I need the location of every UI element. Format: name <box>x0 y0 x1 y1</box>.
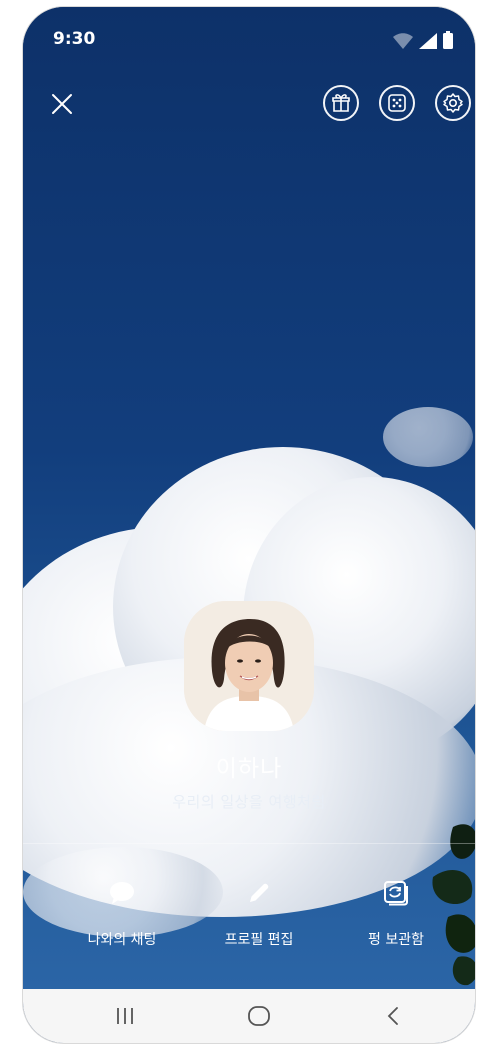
profile-section: 이하나 우리의 일상을 여행처럼 <box>23 601 475 812</box>
divider <box>23 843 475 844</box>
phone-screen: 9:30 이하나 우리의 일상을 여행처럼 나와의 채팅 프로필 편집 펑 보관… <box>22 6 476 1044</box>
back-icon <box>387 1007 398 1025</box>
dice-button[interactable] <box>379 85 415 121</box>
close-button[interactable] <box>47 89 77 119</box>
wifi-icon <box>393 33 413 49</box>
settings-button[interactable] <box>435 85 471 121</box>
profile-status-message: 우리의 일상을 여행처럼 <box>172 793 326 811</box>
battery-icon <box>443 31 453 49</box>
archive-icon <box>384 881 408 906</box>
recent-apps-button[interactable] <box>95 1001 155 1031</box>
archive-button[interactable]: 펑 보관함 <box>341 877 451 949</box>
status-bar: 9:30 <box>23 27 475 51</box>
system-navigation-bar <box>23 989 475 1043</box>
edit-profile-label: 프로필 편집 <box>224 932 294 948</box>
gear-icon <box>443 93 463 113</box>
profile-background-image <box>23 7 475 989</box>
chat-bubble-icon <box>110 882 134 904</box>
profile-avatar[interactable] <box>184 601 314 731</box>
status-time: 9:30 <box>53 29 96 49</box>
archive-label: 펑 보관함 <box>368 932 424 948</box>
my-chat-button[interactable]: 나와의 채팅 <box>67 877 177 949</box>
back-button[interactable] <box>363 1001 423 1031</box>
gift-icon <box>332 94 350 112</box>
profile-photo <box>184 601 314 731</box>
profile-actions: 나와의 채팅 프로필 편집 펑 보관함 <box>23 877 475 957</box>
gift-button[interactable] <box>323 85 359 121</box>
my-chat-label: 나와의 채팅 <box>87 932 157 948</box>
top-action-bar <box>23 85 475 125</box>
pencil-icon <box>250 883 269 902</box>
recent-apps-icon <box>117 1008 133 1024</box>
home-button[interactable] <box>229 1001 289 1031</box>
dice-icon <box>388 94 406 112</box>
profile-name: 이하나 <box>215 756 283 782</box>
edit-profile-button[interactable]: 프로필 편집 <box>204 877 314 949</box>
close-icon <box>52 94 72 114</box>
home-icon <box>248 1006 270 1026</box>
signal-icon <box>419 33 437 49</box>
